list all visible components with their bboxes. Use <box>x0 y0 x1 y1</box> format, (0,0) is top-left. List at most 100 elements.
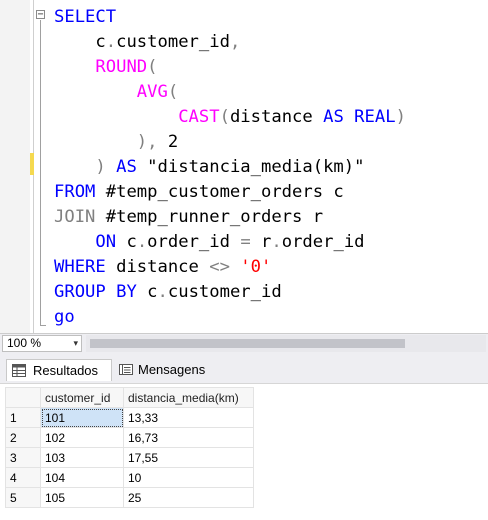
code-token: . <box>157 282 168 302</box>
zoom-select[interactable]: 100 % ▾ <box>2 335 82 352</box>
code-line: FROM #temp_customer_orders c <box>54 180 406 205</box>
results-grid-area: customer_id distancia_media(km) 1 101 13… <box>0 383 488 520</box>
column-header[interactable]: customer_id <box>40 387 124 408</box>
code-token: ROUND <box>95 57 148 77</box>
zoom-value: 100 % <box>7 336 42 350</box>
grid-cell[interactable]: 104 <box>40 467 124 488</box>
editor-gutter <box>0 0 30 333</box>
code-token: FROM <box>54 182 96 202</box>
code-token: go <box>54 307 75 327</box>
tab-results[interactable]: Resultados <box>6 359 112 381</box>
table-row[interactable]: 1 101 13,33 <box>5 407 254 428</box>
code-token: = <box>240 232 251 252</box>
column-header[interactable]: distancia_media(km) <box>123 387 254 408</box>
grid-cell[interactable]: 102 <box>40 427 124 448</box>
code-token: c <box>116 232 137 252</box>
tab-label: Mensagens <box>138 362 206 377</box>
code-token: GROUP <box>54 282 106 302</box>
code-token: order_id <box>281 232 365 252</box>
collapse-toggle-icon[interactable]: − <box>36 10 45 20</box>
row-number[interactable]: 5 <box>5 487 41 508</box>
code-token: #temp_runner_orders r <box>95 207 324 227</box>
grid-cell[interactable]: 13,33 <box>123 407 254 428</box>
code-token: AS <box>116 157 137 177</box>
outline-fold-end <box>40 325 46 326</box>
code-token: JOIN <box>54 207 96 227</box>
tab-label: Resultados <box>33 363 99 378</box>
grid-cell[interactable]: 17,55 <box>123 447 254 468</box>
grid-cell[interactable]: 103 <box>40 447 124 468</box>
code-token: CAST <box>178 107 220 127</box>
grid-corner-cell[interactable] <box>5 387 41 408</box>
code-token: WHERE <box>54 257 106 277</box>
code-token: ), <box>136 132 158 152</box>
results-tab-bar: Resultados Mensagens <box>0 353 488 383</box>
chevron-down-icon[interactable]: ▾ <box>73 336 78 351</box>
code-token: AVG <box>136 82 168 102</box>
table-row[interactable]: 4 104 10 <box>5 467 254 488</box>
code-token: AS <box>323 107 344 127</box>
grid-header-row: customer_id distancia_media(km) <box>5 387 254 408</box>
code-token: ( <box>167 82 179 102</box>
code-token: ON <box>95 232 117 252</box>
row-number[interactable]: 2 <box>5 427 41 448</box>
code-token: distance <box>229 107 324 127</box>
code-line: WHERE distance <> '0' <box>54 255 406 280</box>
code-token: c <box>54 32 106 52</box>
code-token: c <box>136 282 158 302</box>
code-token: REAL <box>354 107 396 127</box>
code-token: r <box>250 232 272 252</box>
scrollbar-thumb[interactable] <box>90 339 405 348</box>
sql-editor[interactable]: − SELECT c.customer_id, ROUND( AVG( CAST… <box>0 0 488 333</box>
code-line: ROUND( <box>54 55 406 80</box>
code-line: go <box>54 305 406 330</box>
code-line: CAST(distance AS REAL) <box>54 105 406 130</box>
grid-icon <box>12 364 26 377</box>
code-token: distance <box>105 257 210 277</box>
editor-status-bar: 100 % ▾ <box>0 333 488 353</box>
code-text[interactable]: SELECT c.customer_id, ROUND( AVG( CAST(d… <box>54 5 406 330</box>
row-number[interactable]: 1 <box>5 407 41 428</box>
code-token: . <box>271 232 282 252</box>
tab-messages[interactable]: Mensagens <box>114 359 218 381</box>
grid-cell[interactable]: 101 <box>40 407 124 428</box>
table-row[interactable]: 3 103 17,55 <box>5 447 254 468</box>
code-token: '0' <box>240 257 272 277</box>
code-token: "distancia_media(km)" <box>136 157 365 177</box>
code-token: 2 <box>157 132 179 152</box>
grid-cell[interactable]: 105 <box>40 487 124 508</box>
code-token: ( <box>219 107 230 127</box>
code-line: ) AS "distancia_media(km)" <box>54 155 406 180</box>
table-row[interactable]: 2 102 16,73 <box>5 427 254 448</box>
code-line: GROUP BY c.customer_id <box>54 280 406 305</box>
code-line: AVG( <box>54 80 406 105</box>
row-number[interactable]: 4 <box>5 467 41 488</box>
code-token: customer_id <box>116 32 230 52</box>
change-marker <box>30 153 34 175</box>
code-line: c.customer_id, <box>54 30 406 55</box>
code-token: ) <box>395 107 406 127</box>
grid-cell[interactable]: 10 <box>123 467 254 488</box>
row-number[interactable]: 3 <box>5 447 41 468</box>
grid-cell[interactable]: 25 <box>123 487 254 508</box>
code-line: ), 2 <box>54 130 406 155</box>
code-token: SELECT <box>54 7 117 27</box>
code-token: , <box>229 32 241 52</box>
message-icon <box>119 364 133 375</box>
code-token: . <box>105 32 117 52</box>
code-token: ( <box>147 57 158 77</box>
code-token: . <box>136 232 148 252</box>
grid-cell[interactable]: 16,73 <box>123 427 254 448</box>
table-row[interactable]: 5 105 25 <box>5 487 254 508</box>
code-token: <> <box>209 257 230 277</box>
horizontal-scrollbar[interactable] <box>86 335 486 352</box>
